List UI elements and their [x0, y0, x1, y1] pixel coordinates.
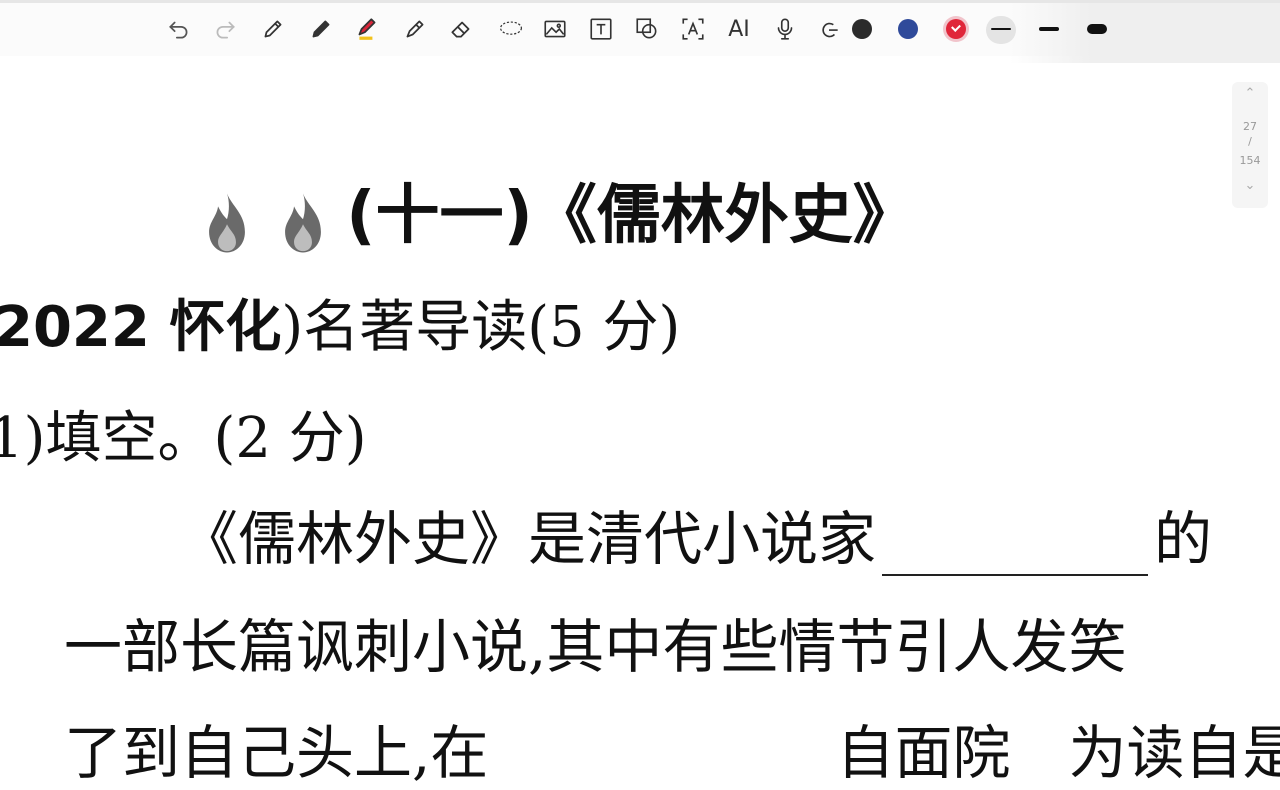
color-black-swatch[interactable] — [852, 19, 872, 39]
image-icon[interactable] — [540, 14, 570, 44]
paragraph-1-start: 《儒林外史》是清代小说家 — [180, 505, 877, 573]
flame-icon — [209, 193, 245, 253]
stroke-medium-icon — [1039, 27, 1059, 31]
total-pages: 154 — [1239, 154, 1261, 167]
flame-icons — [200, 182, 330, 256]
document-title: (十一)《儒林外史》 — [346, 179, 917, 253]
color-red-swatch-selected[interactable] — [946, 19, 966, 39]
flame-icon — [285, 193, 322, 253]
chevron-down-icon[interactable]: ⌄ — [1232, 178, 1268, 193]
undo-icon[interactable] — [164, 14, 194, 44]
highlighter-icon[interactable] — [352, 14, 382, 44]
redo-icon[interactable] — [210, 14, 240, 44]
ai-label[interactable]: AI — [724, 14, 754, 44]
subquestion-heading: 1)填空。(2 分) — [0, 406, 367, 471]
microphone-icon[interactable] — [770, 14, 800, 44]
document-title-row: (十一)《儒林外史》 — [200, 164, 917, 256]
drawing-toolbar: AI — [0, 0, 1280, 63]
chevron-up-icon[interactable]: ⌃ — [1232, 86, 1268, 101]
link-icon[interactable] — [814, 14, 844, 44]
paragraph-line-3: 了到自己头上,在 自面院 为读自是 — [64, 719, 1280, 787]
paragraph-line-1: 《儒林外史》是清代小说家 的 — [180, 492, 1212, 576]
question-heading: 2022 怀化)名著导读(5 分) — [0, 282, 680, 363]
page-scroller[interactable]: ⌃ 27 / 154 ⌄ — [1232, 82, 1268, 208]
stroke-medium-button[interactable] — [1034, 16, 1064, 44]
shape-icon[interactable] — [632, 14, 662, 44]
eraser-icon[interactable] — [446, 14, 476, 44]
fill-in-blank[interactable] — [882, 516, 1149, 576]
current-page: 27 — [1243, 120, 1257, 133]
page-separator: / — [1248, 135, 1252, 148]
stroke-thick-icon — [1087, 24, 1107, 34]
question-text: )名著导读(5 分) — [281, 295, 681, 360]
color-blue-swatch[interactable] — [898, 19, 918, 39]
text-box-icon[interactable] — [586, 14, 616, 44]
pen-icon[interactable] — [258, 14, 288, 44]
stroke-thin-button[interactable] — [986, 16, 1016, 44]
text-recognition-icon[interactable] — [678, 14, 708, 44]
lasso-icon[interactable] — [494, 14, 528, 44]
stroke-thick-button[interactable] — [1082, 16, 1112, 44]
stroke-thin-icon — [991, 28, 1011, 30]
marker-icon[interactable] — [400, 14, 430, 44]
paragraph-1-end: 的 — [1154, 505, 1213, 573]
question-source: 2022 怀化 — [0, 295, 282, 360]
paragraph-line-2: 一部长篇讽刺小说,其中有些情节引人发笑 — [64, 613, 1127, 681]
pencil-icon[interactable] — [306, 14, 336, 44]
